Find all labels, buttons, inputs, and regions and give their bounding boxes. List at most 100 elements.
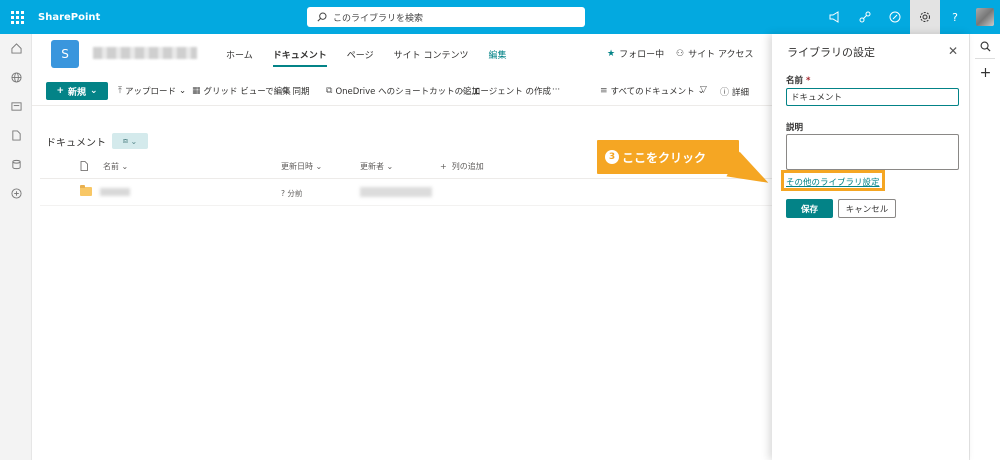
modified-by-redacted xyxy=(360,187,432,197)
new-label: 新規 xyxy=(67,87,86,98)
create-agent-button[interactable]: ◇ エージェント の作成 xyxy=(462,85,551,97)
details-label: 詳細 xyxy=(732,87,750,98)
file-icon[interactable] xyxy=(0,121,32,150)
nav-documents[interactable]: ドキュメント xyxy=(272,48,327,67)
agent-icon: ◇ xyxy=(462,86,469,96)
nav-pages[interactable]: ページ xyxy=(347,48,374,67)
help-icon[interactable]: ? xyxy=(940,0,970,34)
sync-icon: ⟳ xyxy=(282,86,290,96)
info-icon: ⓘ xyxy=(720,88,730,98)
search-icon xyxy=(317,12,327,22)
column-modified[interactable]: 更新日時 ⌄ xyxy=(281,161,322,172)
home-icon[interactable] xyxy=(0,34,32,63)
column-name[interactable]: 名前 ⌄ xyxy=(103,161,128,172)
megaphone-icon[interactable] xyxy=(820,0,850,34)
create-icon[interactable] xyxy=(0,179,32,208)
highlight-box xyxy=(781,170,885,191)
description-field[interactable] xyxy=(786,134,959,170)
chevron-down-icon: ⌄ xyxy=(179,86,187,96)
suite-icons: ? xyxy=(820,0,1000,34)
cancel-button[interactable]: キャンセル xyxy=(838,199,896,218)
name-field-label: 名前 * xyxy=(786,74,810,86)
file-type-icon[interactable] xyxy=(80,161,88,173)
nav-home[interactable]: ホーム xyxy=(226,48,253,67)
plus-icon: + xyxy=(56,86,64,96)
library-icon: ⧈ xyxy=(122,136,128,145)
filter-button[interactable]: ▽ xyxy=(700,85,707,95)
details-button[interactable]: ⓘ 詳細 xyxy=(720,85,750,99)
add-column-label: 列の追加 xyxy=(451,162,484,171)
app-launcher-icon[interactable] xyxy=(0,0,34,34)
site-logo[interactable]: S xyxy=(51,40,79,68)
settings-gear-icon[interactable] xyxy=(910,0,940,34)
sync-label: 同期 xyxy=(292,87,310,97)
news-icon[interactable] xyxy=(0,92,32,121)
star-icon: ★ xyxy=(607,48,616,59)
search-placeholder: このライブラリを検索 xyxy=(333,13,424,24)
divider xyxy=(32,105,772,106)
access-label: サイト アクセス xyxy=(688,50,754,60)
site-access-button[interactable]: ⚇ サイト アクセス xyxy=(676,47,754,61)
add-shortcut-button[interactable]: ⧉ OneDrive へのショートカットの追加 xyxy=(326,85,480,97)
command-bar: + 新規 ⌄ ⤒ アップロード ⌄ ▦ グリッド ビューで編集 ⟳ 同期 ⧉ OneDri… xyxy=(32,78,772,104)
folder-icon xyxy=(80,185,92,196)
nav-edit[interactable]: 編集 xyxy=(488,48,506,67)
upload-label: アップロード xyxy=(124,87,176,97)
column-modified-by[interactable]: 更新者 ⌄ xyxy=(360,161,393,172)
description-field-label: 説明 xyxy=(786,123,804,133)
app-name[interactable]: SharePoint xyxy=(38,12,100,23)
library-title[interactable]: ドキュメント xyxy=(46,134,106,149)
save-button[interactable]: 保存 xyxy=(786,199,833,218)
upload-button[interactable]: ⤒ アップロード ⌄ xyxy=(118,85,186,97)
view-selector[interactable]: ≡ すべてのドキュメント ⌄ xyxy=(600,85,705,97)
modified-cell: ? 分前 xyxy=(281,189,303,198)
new-button[interactable]: + 新規 ⌄ xyxy=(46,82,108,100)
globe-icon[interactable] xyxy=(0,63,32,92)
column-modified-label: 更新日時 xyxy=(281,162,313,171)
shortcut-label: OneDrive へのショートカットの追加 xyxy=(335,87,481,97)
step-number: 3 xyxy=(605,150,619,164)
search-icon[interactable] xyxy=(970,34,1000,58)
connections-icon[interactable] xyxy=(850,0,880,34)
add-icon[interactable]: + xyxy=(970,59,1000,87)
follow-button[interactable]: ★ フォロー中 xyxy=(607,47,665,61)
table-row[interactable]: ? 分前 xyxy=(40,179,772,205)
grid-edit-label: グリッド ビューで編集 xyxy=(203,87,291,97)
chevron-down-icon: ⌄ xyxy=(90,86,98,96)
grid-icon: ▦ xyxy=(192,86,201,96)
divider xyxy=(40,205,772,206)
filter-icon: ▽ xyxy=(700,85,707,95)
column-name-label: 名前 xyxy=(103,162,119,171)
panel-title: ライブラリの設定 xyxy=(787,46,875,59)
name-label-text: 名前 xyxy=(786,76,804,86)
people-icon: ⚇ xyxy=(676,48,685,59)
grid-edit-button[interactable]: ▦ グリッド ビューで編集 xyxy=(192,85,291,97)
required-mark: * xyxy=(805,76,811,86)
copilot-icon[interactable] xyxy=(880,0,910,34)
nav-site-contents[interactable]: サイト コンテンツ xyxy=(394,48,469,67)
search-box[interactable]: このライブラリを検索 xyxy=(307,7,585,27)
library-settings-panel: ライブラリの設定 ✕ 名前 * 説明 その他のライブラリ設定 保存 キャンセル xyxy=(772,34,969,460)
list-view-icon: ≡ xyxy=(600,86,608,96)
follow-label: フォロー中 xyxy=(619,50,665,60)
column-modified-by-label: 更新者 xyxy=(360,162,384,171)
file-name-redacted[interactable] xyxy=(100,188,130,196)
sync-button[interactable]: ⟳ 同期 xyxy=(282,85,310,97)
account-avatar[interactable] xyxy=(970,0,1000,34)
instruction-callout: 3 ここをクリック xyxy=(597,140,739,174)
suite-bar: SharePoint このライブラリを検索 ? xyxy=(0,0,1000,34)
add-column-button[interactable]: + 列の追加 xyxy=(440,161,484,172)
top-navigation: ホーム ドキュメント ページ サイト コンテンツ 編集 xyxy=(226,48,526,67)
library-title-area: ドキュメント ⧈ ⌄ xyxy=(46,133,148,149)
shortcut-icon: ⧉ xyxy=(326,86,333,96)
close-icon[interactable]: ✕ xyxy=(948,44,958,58)
view-label: すべてのドキュメント xyxy=(610,87,695,97)
right-rail: + xyxy=(969,34,1000,460)
name-field[interactable] xyxy=(786,88,959,106)
more-commands-button[interactable]: ··· xyxy=(552,85,560,95)
upload-icon: ⤒ xyxy=(118,86,122,96)
agent-label: エージェント の作成 xyxy=(471,87,551,97)
library-view-chip[interactable]: ⧈ ⌄ xyxy=(112,133,148,149)
callout-text: ここをクリック xyxy=(622,150,707,165)
database-icon[interactable] xyxy=(0,150,32,179)
